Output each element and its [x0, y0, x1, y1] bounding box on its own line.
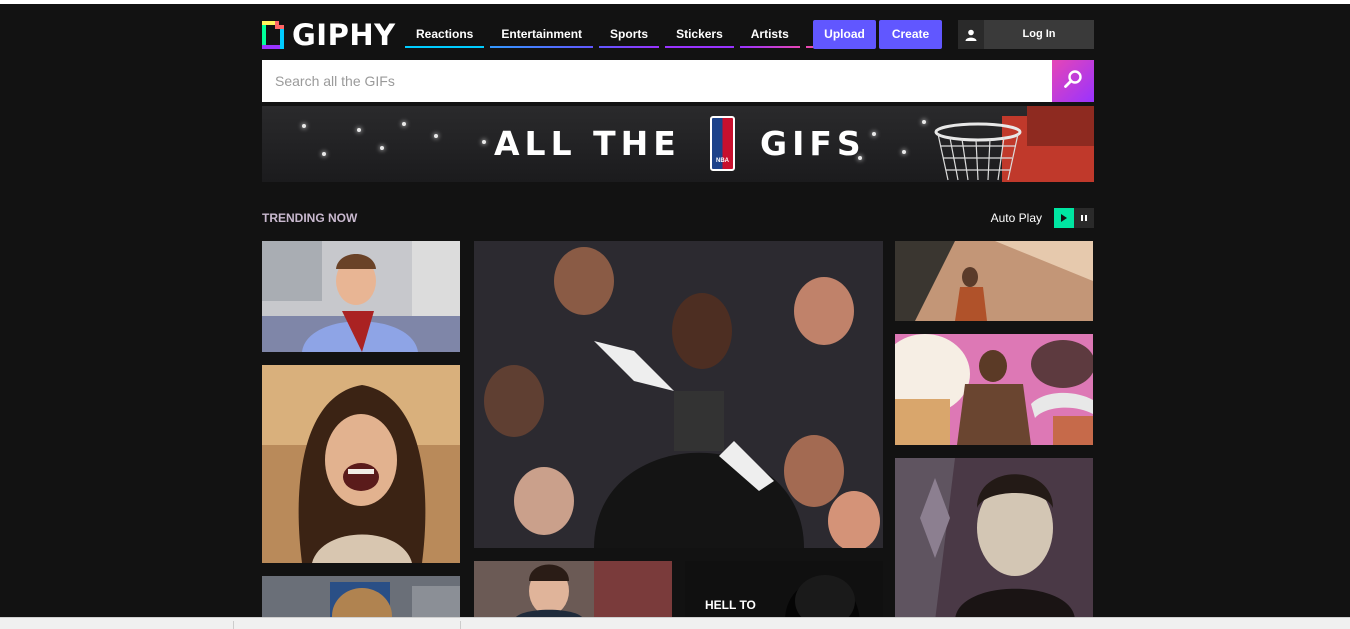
- browser-status-bar: [0, 617, 1350, 629]
- search-button[interactable]: [1052, 60, 1094, 102]
- gif-laughing-woman[interactable]: [262, 365, 460, 563]
- gif-thumbnail: [262, 365, 460, 563]
- upload-button[interactable]: Upload: [813, 20, 876, 49]
- login-button[interactable]: Log In: [958, 20, 1094, 49]
- nav-item-artists[interactable]: Artists: [739, 22, 800, 48]
- nav-underline: [490, 46, 594, 48]
- gif-shocked-man[interactable]: [474, 561, 672, 621]
- gif-thumbnail: [895, 334, 1093, 445]
- status-bar-divider: [460, 621, 461, 629]
- gif-cupcake-man[interactable]: [895, 334, 1093, 445]
- gif-basketball-fan[interactable]: [474, 241, 883, 548]
- nav-item-label: Reactions: [416, 27, 474, 41]
- basketball-hoop-image: [934, 106, 1094, 182]
- login-label: Log In: [1022, 28, 1056, 40]
- arena-light: [922, 120, 926, 124]
- status-bar-divider: [233, 621, 234, 629]
- nav-item-stickers[interactable]: Stickers: [665, 22, 734, 48]
- gif-office-man[interactable]: [262, 241, 460, 352]
- search-input[interactable]: [262, 60, 1052, 102]
- nav-underline: [599, 46, 660, 48]
- gif-stairs-man[interactable]: [895, 241, 1093, 321]
- nba-logo: NBA: [710, 116, 735, 171]
- search-icon: [1063, 69, 1083, 94]
- arena-light: [322, 152, 326, 156]
- gif-android-data[interactable]: [895, 458, 1093, 621]
- nba-banner[interactable]: ALL THE NBA GIFS: [262, 106, 1094, 182]
- banner-text-left: ALL THE: [494, 124, 681, 163]
- nav-underline: [665, 46, 734, 48]
- nav-item-entertainment[interactable]: Entertainment: [490, 22, 594, 48]
- main-nav: Reactions Entertainment Sports Stickers …: [405, 22, 836, 48]
- autoplay-control: Auto Play: [991, 208, 1094, 228]
- gif-thumbnail: [474, 561, 672, 621]
- trending-title: TRENDING NOW: [262, 211, 358, 225]
- banner-text-right: GIFS: [760, 124, 866, 163]
- pause-icon: [1081, 215, 1087, 221]
- arena-light: [380, 146, 384, 150]
- brand-name: GIPHY: [292, 18, 396, 52]
- gif-caption: HELL TO: [705, 598, 756, 612]
- arena-light: [402, 122, 406, 126]
- nav-item-reactions[interactable]: Reactions: [405, 22, 485, 48]
- arena-light: [302, 124, 306, 128]
- nba-logo-text: NBA: [716, 158, 729, 164]
- gif-thumbnail: [474, 241, 883, 548]
- giphy-logo[interactable]: GIPHY: [262, 20, 396, 50]
- nav-underline: [405, 46, 485, 48]
- arena-light: [357, 128, 361, 132]
- giphy-logo-icon: [262, 21, 284, 49]
- user-icon: [958, 20, 984, 49]
- nav-item-label: Stickers: [676, 27, 723, 41]
- arena-light: [434, 134, 438, 138]
- header: GIPHY Reactions Entertainment Sports Sti…: [262, 4, 1094, 60]
- gif-thumbnail: [895, 241, 1093, 321]
- gif-office-hair[interactable]: [262, 576, 460, 621]
- search-bar: [262, 60, 1094, 102]
- nav-item-label: Entertainment: [501, 27, 583, 41]
- pause-button[interactable]: [1074, 208, 1094, 228]
- arena-light: [482, 140, 486, 144]
- play-icon: [1061, 214, 1067, 222]
- gif-thumbnail: [685, 561, 883, 621]
- gif-thumbnail: [262, 576, 460, 621]
- gif-thumbnail: [262, 241, 460, 352]
- gif-hell-to[interactable]: HELL TO: [685, 561, 883, 621]
- nav-underline: [739, 46, 800, 48]
- nav-item-label: Sports: [610, 27, 649, 41]
- create-button[interactable]: Create: [879, 20, 942, 49]
- arena-light: [902, 150, 906, 154]
- autoplay-label: Auto Play: [990, 211, 1042, 225]
- play-button[interactable]: [1054, 208, 1074, 228]
- gif-thumbnail: [895, 458, 1093, 621]
- arena-light: [872, 132, 876, 136]
- nav-item-label: Artists: [750, 27, 789, 41]
- page-container: GIPHY Reactions Entertainment Sports Sti…: [262, 4, 1094, 621]
- nav-item-sports[interactable]: Sports: [599, 22, 660, 48]
